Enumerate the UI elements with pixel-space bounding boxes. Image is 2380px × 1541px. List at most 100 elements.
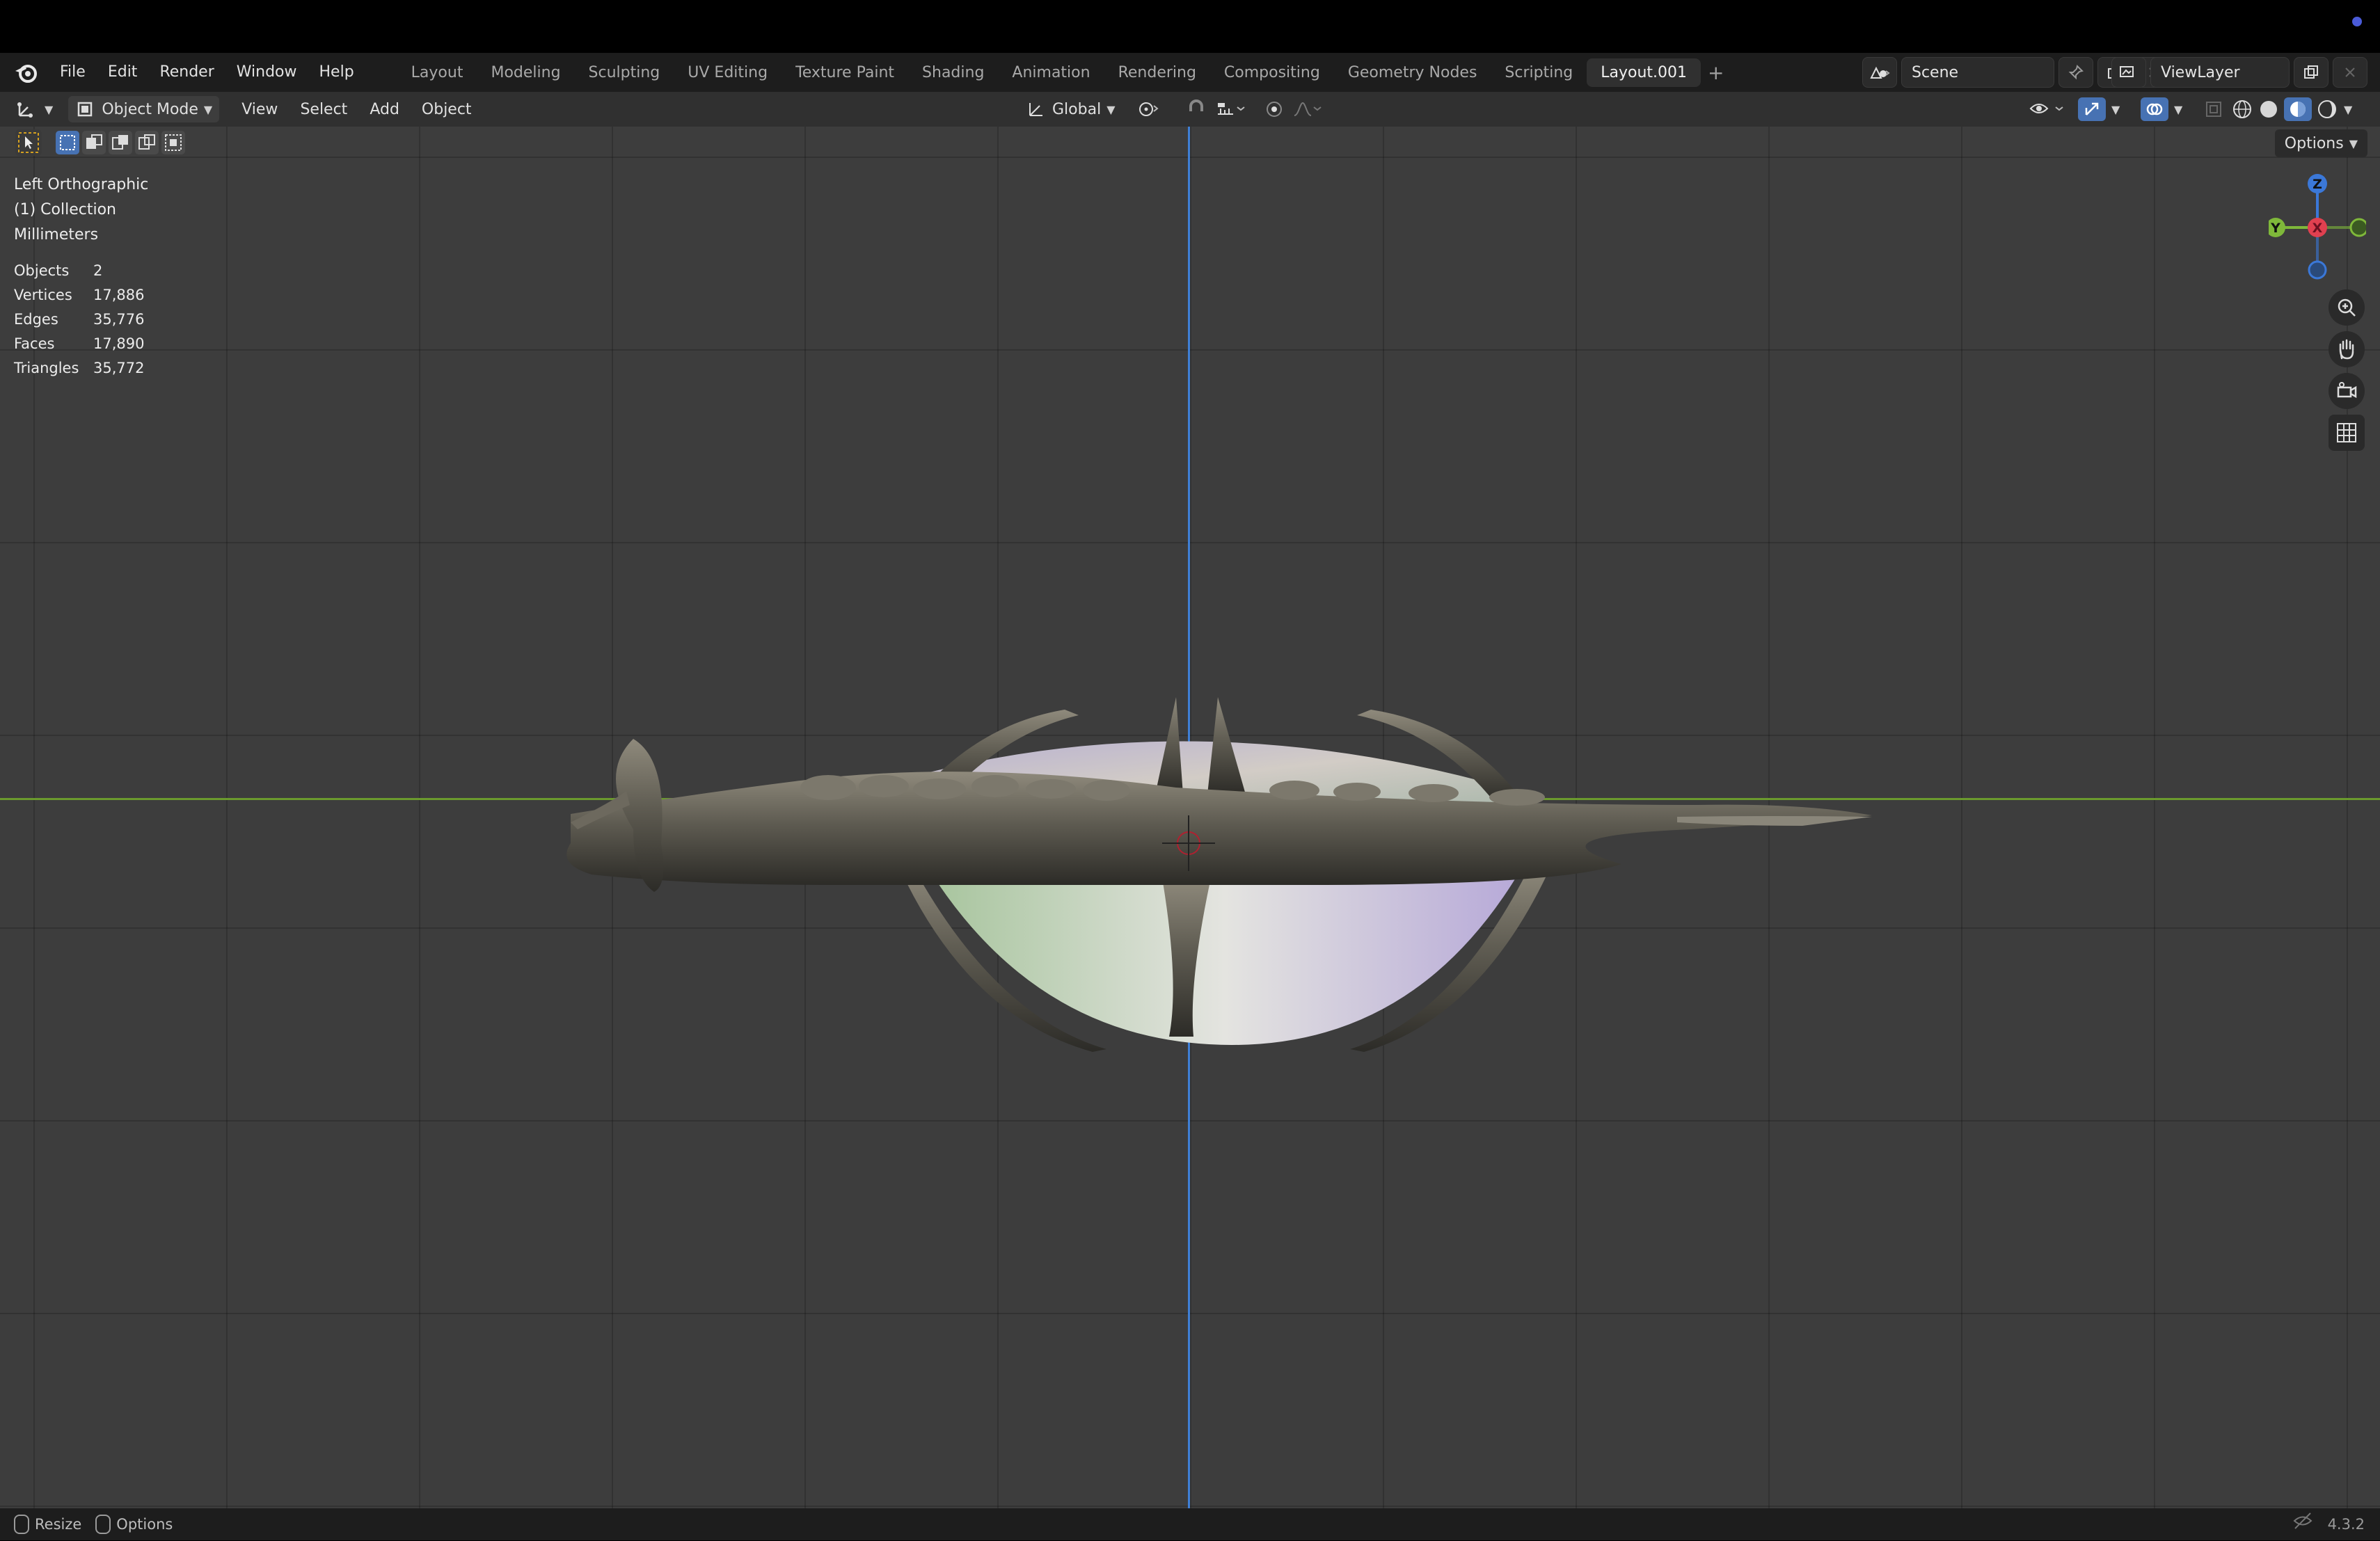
viewport-menu-select[interactable]: Select xyxy=(289,101,358,118)
status-options-label: Options xyxy=(116,1516,173,1533)
gizmo-neg-z-axis[interactable] xyxy=(2308,260,2327,280)
viewport-menu-add[interactable]: Add xyxy=(358,101,411,118)
stat-value: 35,776 xyxy=(93,311,145,328)
menu-file[interactable]: File xyxy=(49,53,97,92)
stat-value: 17,890 xyxy=(93,335,145,352)
eye-cursor-icon xyxy=(2029,104,2063,113)
rendered-shading-icon[interactable] xyxy=(2316,98,2338,120)
magnet-icon xyxy=(1189,99,1203,111)
shading-options-chevron-icon[interactable]: ▼ xyxy=(2344,103,2352,116)
gizmo-toggle[interactable]: ▼ xyxy=(2071,96,2127,122)
orientation-global-icon xyxy=(1029,103,1042,116)
tab-rendering[interactable]: Rendering xyxy=(1104,58,1210,87)
mouse-right-icon xyxy=(95,1515,111,1534)
view-layer-selector: ViewLayer xyxy=(2111,57,2367,88)
stat-value: 35,772 xyxy=(93,360,145,376)
close-icon xyxy=(2345,67,2355,77)
stat-label: Vertices xyxy=(14,287,72,303)
scene-name-field[interactable]: Scene xyxy=(1901,57,2054,88)
object-mode-icon xyxy=(78,102,93,117)
add-workspace-button[interactable]: + xyxy=(1708,61,1724,84)
tab-animation[interactable]: Animation xyxy=(998,58,1104,87)
tab-layout[interactable]: Layout xyxy=(397,58,477,87)
mode-dropdown[interactable]: Object Mode ▼ xyxy=(68,96,220,122)
select-extend-icon[interactable] xyxy=(82,131,106,154)
viewport-options-dropdown[interactable]: Options ▼ xyxy=(2274,129,2367,157)
menu-render[interactable]: Render xyxy=(148,53,225,92)
duplicate-icon xyxy=(2304,65,2318,79)
tab-uv-editing[interactable]: UV Editing xyxy=(674,58,782,87)
tab-sculpting[interactable]: Sculpting xyxy=(575,58,674,87)
gizmo-y-label: Y xyxy=(2270,221,2280,236)
stat-row-triangles: Triangles 35,772 xyxy=(14,356,144,381)
menu-help[interactable]: Help xyxy=(308,53,365,92)
stat-label: Objects xyxy=(14,262,70,279)
blender-logo-icon[interactable] xyxy=(13,58,40,86)
pan-button[interactable] xyxy=(2329,331,2365,367)
scene-browse-button[interactable] xyxy=(1862,57,1897,88)
delete-view-layer-button[interactable] xyxy=(2333,57,2367,88)
tab-layout-001[interactable]: Layout.001 xyxy=(1587,58,1701,87)
viewport-menu-view[interactable]: View xyxy=(230,101,289,118)
viewport-menu-object[interactable]: Object xyxy=(411,101,483,118)
chevron-down-icon: ▼ xyxy=(203,102,213,116)
viewport-header: ▼ Object Mode ▼ View Select Add Object G… xyxy=(0,92,2380,127)
chevron-down-icon: ▼ xyxy=(1106,102,1116,116)
tab-scripting[interactable]: Scripting xyxy=(1491,58,1587,87)
material-preview-shading-button[interactable] xyxy=(2284,97,2312,121)
selection-mode-buttons xyxy=(56,131,185,154)
stat-row-edges: Edges 35,776 xyxy=(14,308,144,332)
select-subtract-icon[interactable] xyxy=(109,131,132,154)
stat-value: 2 xyxy=(93,262,103,279)
tab-compositing[interactable]: Compositing xyxy=(1210,58,1334,87)
menu-window[interactable]: Window xyxy=(225,53,308,92)
tab-texture-paint[interactable]: Texture Paint xyxy=(782,58,908,87)
pivot-icon xyxy=(1139,102,1159,116)
pin-scene-button[interactable] xyxy=(2058,57,2093,88)
snap-target-dropdown[interactable] xyxy=(1208,96,1254,122)
view-layer-name-field[interactable]: ViewLayer xyxy=(2150,57,2290,88)
pivot-point-dropdown[interactable] xyxy=(1130,96,1168,122)
stat-label: Edges xyxy=(14,311,58,328)
transform-orientation-dropdown[interactable]: Global ▼ xyxy=(1019,96,1122,122)
tab-geometry-nodes[interactable]: Geometry Nodes xyxy=(1334,58,1491,87)
select-intersect-icon[interactable] xyxy=(161,131,185,154)
stat-row-vertices: Vertices 17,886 xyxy=(14,283,144,308)
overlays-toggle[interactable]: ▼ xyxy=(2134,96,2189,122)
scene-icon xyxy=(1870,66,1890,79)
new-view-layer-button[interactable] xyxy=(2294,57,2329,88)
spaceship-model[interactable] xyxy=(550,655,1886,1059)
stat-label: Triangles xyxy=(14,360,79,376)
editor-type-button[interactable]: ▼ xyxy=(8,96,60,122)
falloff-curve-icon xyxy=(1294,102,1322,116)
chevron-down-icon: ▼ xyxy=(2349,136,2358,150)
tab-shading[interactable]: Shading xyxy=(908,58,998,87)
gizmo-z-label: Z xyxy=(2312,177,2322,192)
chevron-down-icon: ▼ xyxy=(45,102,54,116)
chevron-down-icon: ▼ xyxy=(2111,102,2120,116)
select-new-icon[interactable] xyxy=(56,131,79,154)
blender-version: 4.3.2 xyxy=(2327,1516,2365,1533)
3d-viewport[interactable]: Options ▼ Left Orthographic (1) Collecti… xyxy=(0,127,2380,1508)
camera-view-button[interactable] xyxy=(2329,373,2365,409)
gizmo-neg-y-axis[interactable] xyxy=(2349,218,2366,237)
view-layer-browse-button[interactable] xyxy=(2111,57,2146,88)
status-options-hint: Options xyxy=(95,1515,173,1534)
wireframe-shading-icon[interactable] xyxy=(2231,98,2253,120)
gizmo-x-label: X xyxy=(2312,221,2323,236)
menu-edit[interactable]: Edit xyxy=(97,53,149,92)
proportional-falloff-dropdown[interactable] xyxy=(1285,96,1331,122)
system-indicator-dot xyxy=(2352,17,2362,26)
active-collection: (1) Collection xyxy=(14,201,116,218)
solid-shading-icon[interactable] xyxy=(2258,98,2280,120)
status-bar: Resize Options 4.3.2 xyxy=(0,1508,2380,1540)
select-invert-icon[interactable] xyxy=(135,131,159,154)
zoom-button[interactable] xyxy=(2329,289,2365,326)
perspective-toggle-button[interactable] xyxy=(2329,415,2365,451)
camera-icon xyxy=(2337,382,2357,399)
select-box-tool[interactable] xyxy=(15,129,42,156)
navigation-gizmo[interactable]: Z Y X xyxy=(2269,168,2366,280)
tab-modeling[interactable]: Modeling xyxy=(477,58,574,87)
xray-toggle[interactable] xyxy=(2196,96,2231,122)
selectability-visibility-dropdown[interactable] xyxy=(2022,96,2074,122)
